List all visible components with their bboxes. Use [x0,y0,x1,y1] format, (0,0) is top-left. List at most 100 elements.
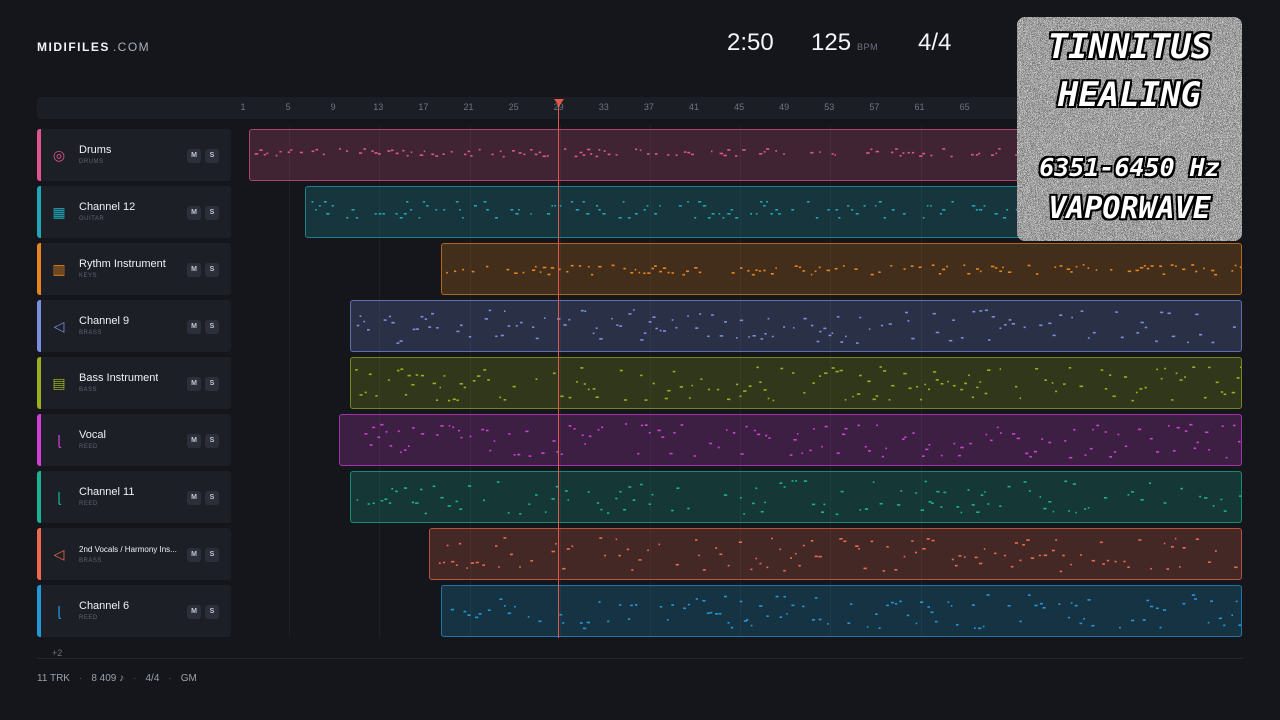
note [1231,270,1233,272]
mute-button[interactable]: M [187,263,201,277]
mute-button[interactable]: M [187,548,201,562]
note [814,597,818,599]
track-region-6[interactable] [339,414,1242,466]
note [875,150,879,153]
note [1004,554,1007,557]
note [359,394,363,396]
note [715,547,718,549]
note [1112,395,1117,398]
note [1193,598,1197,600]
note [1190,264,1194,266]
note [1155,607,1159,610]
track-header-8[interactable]: ◁ 2nd Vocals / Harmony Ins... BRASS M S [37,528,231,580]
note [815,555,819,558]
note [389,502,392,504]
solo-button[interactable]: S [205,434,219,448]
playhead[interactable] [558,100,559,638]
track-region-5[interactable] [350,357,1242,409]
track-name: Channel 12 [79,201,136,213]
note [466,567,469,569]
track-header-4[interactable]: ◁ Channel 9 BRASS M S [37,300,231,352]
mute-button[interactable]: M [187,434,201,448]
note [1209,600,1213,602]
note [560,453,563,455]
note [809,449,812,452]
solo-button[interactable]: S [205,263,219,277]
note [1035,273,1039,275]
note [1149,482,1152,484]
note [900,490,903,492]
note [1204,497,1208,499]
note [1070,563,1073,566]
note [928,444,931,446]
track-header-6[interactable]: ɭ Vocal REED M S [37,414,231,466]
mute-button[interactable]: M [187,320,201,334]
mute-button[interactable]: M [187,377,201,391]
note [942,209,946,211]
track-region-3[interactable] [440,243,1242,295]
note [676,563,680,566]
solo-button[interactable]: S [205,491,219,505]
solo-button[interactable]: S [205,206,219,220]
note [947,380,950,383]
note [653,382,656,385]
bass-icon: ▤ [52,375,66,391]
track-region-8[interactable] [429,528,1242,580]
note [1073,483,1077,485]
solo-button[interactable]: S [205,548,219,562]
note [481,428,485,431]
note [642,272,646,275]
mute-button[interactable]: M [187,149,201,163]
more-tracks-indicator[interactable]: +2 [52,648,62,658]
note [758,153,763,155]
note [384,319,388,321]
note [835,370,840,373]
note-pattern [439,537,1238,573]
track-region-4[interactable] [350,300,1242,352]
mute-button[interactable]: M [187,206,201,220]
track-header-1[interactable]: ◎ Drums DRUMS M S [37,129,231,181]
track-header-2[interactable]: ▦ Channel 12 GUITAR M S [37,186,231,238]
track-region-9[interactable] [440,585,1242,637]
note [758,270,761,272]
note [958,454,962,457]
track-header-7[interactable]: ɭ Channel 11 REED M S [37,471,231,523]
note [707,335,711,338]
mute-button[interactable]: M [187,605,201,619]
note [625,423,628,425]
note [930,611,934,614]
track-region-7[interactable] [350,471,1242,523]
brand-logo[interactable]: MIDIFILES .COM [37,40,150,54]
note [324,201,328,203]
note [405,394,408,396]
mute-button[interactable]: M [187,491,201,505]
note [748,336,751,338]
note [542,266,546,269]
note [902,438,905,440]
solo-button[interactable]: S [205,320,219,334]
note [775,267,777,269]
solo-button[interactable]: S [205,605,219,619]
note [459,542,462,545]
note [597,429,600,431]
note [448,425,451,427]
note [838,217,841,219]
note [927,606,930,608]
note [623,508,627,511]
note [661,436,665,438]
note [998,148,1001,150]
solo-button[interactable]: S [205,149,219,163]
note [926,538,931,540]
track-header-3[interactable]: ▥ Rythm Instrument KEYS M S [37,243,231,295]
note [651,493,654,496]
playhead-handle[interactable] [554,99,564,106]
note [1224,393,1227,396]
track-color-stripe [37,528,41,580]
track-header-9[interactable]: ɭ Channel 6 REED M S [37,585,231,637]
track-header-5[interactable]: ▤ Bass Instrument BASS M S [37,357,231,409]
note [930,154,933,157]
solo-button[interactable]: S [205,377,219,391]
note [593,388,596,390]
note [618,217,623,219]
note [779,616,782,618]
